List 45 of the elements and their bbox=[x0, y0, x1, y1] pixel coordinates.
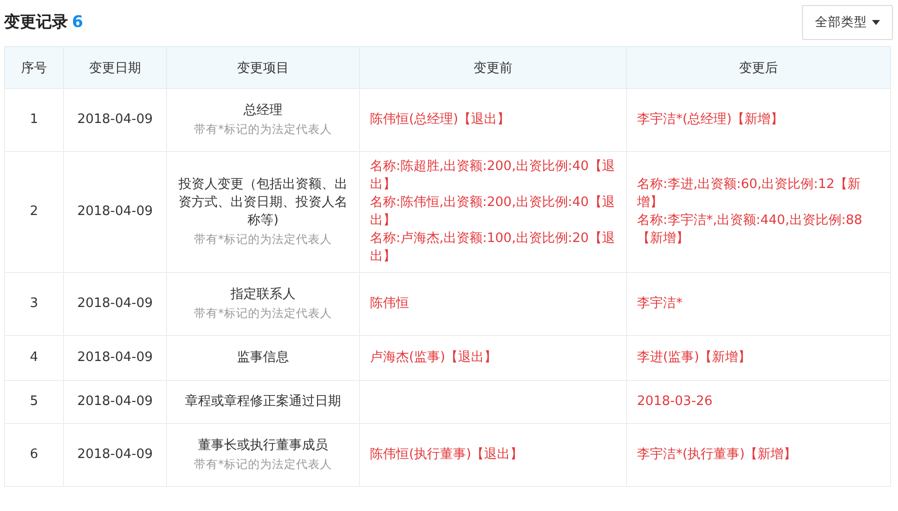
legal-rep-note: 带有*标记的为法定代表人 bbox=[193, 231, 333, 248]
row-index: 5 bbox=[30, 394, 38, 409]
before-value: 名称:陈超胜,出资额:200,出资比例:40【退出】 bbox=[370, 158, 616, 194]
change-item: 总经理 bbox=[242, 102, 284, 120]
change-date: 2018-04-09 bbox=[77, 447, 153, 462]
change-item: 董事长或执行董事成员 bbox=[197, 437, 329, 455]
before-value: 陈伟恒 bbox=[370, 295, 410, 313]
legal-rep-note: 带有*标记的为法定代表人 bbox=[193, 456, 333, 473]
column-header: 变更项目 bbox=[237, 60, 289, 76]
after-value: 2018-03-26 bbox=[637, 393, 714, 411]
change-item: 指定联系人 bbox=[230, 286, 296, 304]
change-date: 2018-04-09 bbox=[77, 350, 153, 365]
after-value: 李宇洁*(执行董事)【新增】 bbox=[637, 446, 798, 464]
record-count: 6 bbox=[72, 12, 84, 30]
before-value: 陈伟恒(总经理)【退出】 bbox=[370, 111, 512, 129]
column-header: 序号 bbox=[21, 60, 47, 76]
change-date: 2018-04-09 bbox=[77, 112, 153, 127]
column-header: 变更前 bbox=[474, 60, 512, 76]
after-value: 李进(监事)【新增】 bbox=[637, 349, 752, 367]
caret-icon bbox=[872, 20, 880, 24]
after-value: 名称:李宇洁*,出资额:440,出资比例:88【新增】 bbox=[637, 212, 864, 248]
column-header: 变更日期 bbox=[89, 60, 141, 76]
row-index: 4 bbox=[30, 350, 38, 365]
before-value: 陈伟恒(执行董事)【退出】 bbox=[370, 446, 524, 464]
legal-rep-note: 带有*标记的为法定代表人 bbox=[193, 305, 333, 322]
column-header: 变更后 bbox=[739, 60, 778, 76]
after-value: 李宇洁* bbox=[637, 295, 684, 313]
after-value: 名称:李进,出资额:60,出资比例:12【新增】 bbox=[637, 176, 862, 212]
before-value: 名称:卢海杰,出资额:100,出资比例:20【退出】 bbox=[370, 230, 616, 266]
row-index: 6 bbox=[30, 447, 38, 462]
change-item: 投资人变更（包括出资额、出资方式、出资日期、投资人名称等) bbox=[178, 176, 348, 230]
type-filter-dropdown[interactable]: 全部类型 bbox=[802, 4, 893, 40]
row-index: 2 bbox=[30, 204, 38, 219]
change-date: 2018-04-09 bbox=[77, 394, 153, 409]
change-item: 章程或章程修正案通过日期 bbox=[184, 393, 342, 411]
before-value: 名称:陈伟恒,出资额:200,出资比例:40【退出】 bbox=[370, 194, 616, 230]
change-date: 2018-04-09 bbox=[77, 296, 153, 311]
legal-rep-note: 带有*标记的为法定代表人 bbox=[193, 121, 333, 138]
after-value: 李宇洁*(总经理)【新增】 bbox=[637, 111, 785, 129]
row-index: 1 bbox=[30, 112, 38, 127]
change-date: 2018-04-09 bbox=[77, 204, 153, 219]
before-value: 卢海杰(监事)【退出】 bbox=[370, 349, 498, 367]
row-index: 3 bbox=[30, 296, 38, 311]
change-item: 监事信息 bbox=[236, 349, 290, 367]
section-title: 变更记录 bbox=[4, 12, 68, 30]
